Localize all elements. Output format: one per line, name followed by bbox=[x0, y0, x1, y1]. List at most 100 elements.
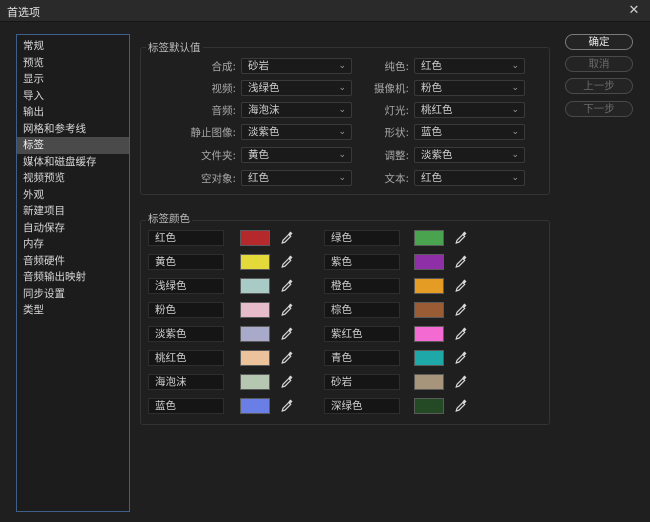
eyedropper-icon[interactable] bbox=[280, 254, 294, 270]
eyedropper-icon[interactable] bbox=[454, 350, 468, 366]
color-swatch[interactable] bbox=[414, 302, 444, 318]
eyedropper-icon[interactable] bbox=[454, 398, 468, 414]
color-swatch[interactable] bbox=[240, 230, 270, 246]
next-button[interactable]: 下一步 bbox=[565, 101, 633, 117]
color-name-field[interactable]: 紫色 bbox=[324, 254, 400, 270]
sidebar-item[interactable]: 媒体和磁盘缓存 bbox=[17, 154, 129, 171]
color-name-field[interactable]: 粉色 bbox=[148, 302, 224, 318]
color-name-field[interactable]: 蓝色 bbox=[148, 398, 224, 414]
color-name-field[interactable]: 绿色 bbox=[324, 230, 400, 246]
sidebar-item[interactable]: 音频输出映射 bbox=[17, 269, 129, 286]
sidebar-item[interactable]: 新建项目 bbox=[17, 203, 129, 220]
eyedropper-icon[interactable] bbox=[280, 374, 294, 390]
eyedropper-icon[interactable] bbox=[454, 278, 468, 294]
color-swatch[interactable] bbox=[414, 230, 444, 246]
dropdown-value: 黄色 bbox=[248, 149, 269, 161]
eyedropper-icon[interactable] bbox=[454, 230, 468, 246]
sidebar-item[interactable]: 内存 bbox=[17, 236, 129, 253]
eyedropper-icon[interactable] bbox=[454, 254, 468, 270]
default-dropdown[interactable]: 粉色 ⌄ bbox=[414, 80, 525, 96]
default-label: 音频: bbox=[211, 105, 236, 117]
default-dropdown[interactable]: 淡紫色 ⌄ bbox=[414, 147, 525, 163]
window-title: 首选项 bbox=[7, 6, 40, 19]
default-label: 调整: bbox=[384, 150, 409, 162]
color-name-field[interactable]: 紫红色 bbox=[324, 326, 400, 342]
eyedropper-icon[interactable] bbox=[280, 326, 294, 342]
eyedropper-icon[interactable] bbox=[280, 230, 294, 246]
color-name-field[interactable]: 砂岩 bbox=[324, 374, 400, 390]
color-swatch[interactable] bbox=[414, 374, 444, 390]
cancel-button[interactable]: 取消 bbox=[565, 56, 633, 72]
color-swatch[interactable] bbox=[240, 374, 270, 390]
title-bar: 首选项 ✕ bbox=[0, 0, 650, 22]
eyedropper-icon[interactable] bbox=[280, 278, 294, 294]
color-swatch[interactable] bbox=[414, 326, 444, 342]
default-label: 灯光: bbox=[384, 105, 409, 117]
dropdown-value: 红色 bbox=[421, 172, 442, 184]
dropdown-value: 桃红色 bbox=[421, 104, 453, 116]
default-label: 合成: bbox=[211, 61, 236, 73]
default-label: 空对象: bbox=[200, 173, 236, 185]
default-dropdown[interactable]: 红色 ⌄ bbox=[414, 58, 525, 74]
sidebar-item[interactable]: 自动保存 bbox=[17, 220, 129, 237]
eyedropper-icon[interactable] bbox=[454, 302, 468, 318]
chevron-down-icon: ⌄ bbox=[511, 150, 519, 160]
default-label: 摄像机: bbox=[373, 83, 409, 95]
color-swatch[interactable] bbox=[414, 398, 444, 414]
sidebar-item[interactable]: 音频硬件 bbox=[17, 253, 129, 270]
eyedropper-icon[interactable] bbox=[280, 398, 294, 414]
sidebar-item[interactable]: 输出 bbox=[17, 104, 129, 121]
default-dropdown[interactable]: 桃红色 ⌄ bbox=[414, 102, 525, 118]
default-dropdown[interactable]: 红色 ⌄ bbox=[414, 170, 525, 186]
eyedropper-icon[interactable] bbox=[454, 326, 468, 342]
chevron-down-icon: ⌄ bbox=[511, 83, 519, 93]
dropdown-value: 粉色 bbox=[421, 82, 442, 94]
close-icon[interactable]: ✕ bbox=[626, 3, 642, 19]
color-name-field[interactable]: 棕色 bbox=[324, 302, 400, 318]
color-name-field[interactable]: 海泡沫 bbox=[148, 374, 224, 390]
eyedropper-icon[interactable] bbox=[280, 302, 294, 318]
color-swatch[interactable] bbox=[240, 254, 270, 270]
dropdown-value: 海泡沫 bbox=[248, 104, 280, 116]
color-name-field[interactable]: 浅绿色 bbox=[148, 278, 224, 294]
ok-button[interactable]: 确定 bbox=[565, 34, 633, 50]
color-swatch[interactable] bbox=[414, 350, 444, 366]
sidebar-item[interactable]: 类型 bbox=[17, 302, 129, 319]
color-swatch[interactable] bbox=[414, 254, 444, 270]
color-name-field[interactable]: 红色 bbox=[148, 230, 224, 246]
chevron-down-icon: ⌄ bbox=[511, 173, 519, 183]
color-swatch[interactable] bbox=[414, 278, 444, 294]
color-swatch[interactable] bbox=[240, 350, 270, 366]
defaults-title: 标签默认值 bbox=[146, 40, 203, 55]
color-swatch[interactable] bbox=[240, 278, 270, 294]
dropdown-value: 淡紫色 bbox=[421, 149, 453, 161]
color-swatch[interactable] bbox=[240, 302, 270, 318]
sidebar-item[interactable]: 视频预览 bbox=[17, 170, 129, 187]
color-name-field[interactable]: 桃红色 bbox=[148, 350, 224, 366]
sidebar-item[interactable]: 同步设置 bbox=[17, 286, 129, 303]
sidebar-item[interactable]: 显示 bbox=[17, 71, 129, 88]
color-name-field[interactable]: 深绿色 bbox=[324, 398, 400, 414]
sidebar-item[interactable]: 导入 bbox=[17, 88, 129, 105]
color-swatch[interactable] bbox=[240, 398, 270, 414]
dropdown-value: 淡紫色 bbox=[248, 126, 280, 138]
default-dropdown[interactable]: 蓝色 ⌄ bbox=[414, 124, 525, 140]
sidebar-item[interactable]: 外观 bbox=[17, 187, 129, 204]
colors-group bbox=[140, 220, 550, 425]
prev-button[interactable]: 上一步 bbox=[565, 78, 633, 94]
color-name-field[interactable]: 淡紫色 bbox=[148, 326, 224, 342]
dropdown-value: 红色 bbox=[421, 60, 442, 72]
color-name-field[interactable]: 橙色 bbox=[324, 278, 400, 294]
default-label: 文本: bbox=[384, 173, 409, 185]
color-name-field[interactable]: 青色 bbox=[324, 350, 400, 366]
eyedropper-icon[interactable] bbox=[454, 374, 468, 390]
default-label: 视频: bbox=[211, 83, 236, 95]
sidebar-item[interactable]: 预览 bbox=[17, 55, 129, 72]
eyedropper-icon[interactable] bbox=[280, 350, 294, 366]
sidebar-item[interactable]: 网格和参考线 bbox=[17, 121, 129, 138]
sidebar-item[interactable]: 常规 bbox=[17, 38, 129, 55]
sidebar-item[interactable]: 标签 bbox=[17, 137, 129, 154]
colors-title: 标签颜色 bbox=[146, 211, 192, 226]
color-swatch[interactable] bbox=[240, 326, 270, 342]
color-name-field[interactable]: 黄色 bbox=[148, 254, 224, 270]
